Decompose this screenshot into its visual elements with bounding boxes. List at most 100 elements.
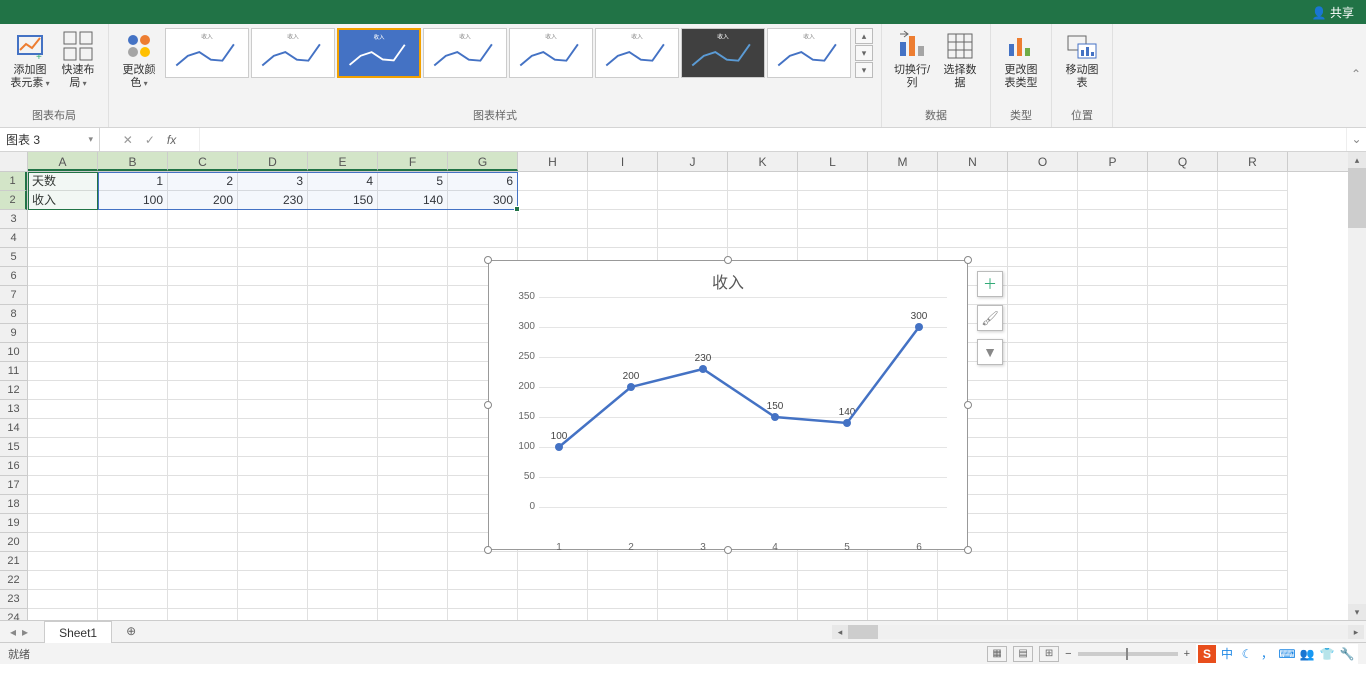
tray-icon-2[interactable]: ☾ (1238, 645, 1256, 663)
cell-E7[interactable] (308, 286, 378, 305)
chart-styles-button[interactable]: 🖌 (977, 305, 1003, 331)
cell-F16[interactable] (378, 457, 448, 476)
cell-J21[interactable] (658, 552, 728, 571)
cell-F11[interactable] (378, 362, 448, 381)
cell-Q23[interactable] (1148, 590, 1218, 609)
tray-icon-6[interactable]: 👕 (1318, 645, 1336, 663)
sheet-nav-last[interactable]: ▸ (20, 625, 30, 639)
cell-Q9[interactable] (1148, 324, 1218, 343)
cell-A20[interactable] (28, 533, 98, 552)
cell-C7[interactable] (168, 286, 238, 305)
formula-input[interactable] (200, 128, 1346, 151)
row-header-7[interactable]: 7 (0, 286, 27, 305)
cell-H2[interactable] (518, 191, 588, 210)
cell-E3[interactable] (308, 210, 378, 229)
cell-P1[interactable] (1078, 172, 1148, 191)
chart-filter-button[interactable]: ▼ (977, 339, 1003, 365)
cell-K2[interactable] (728, 191, 798, 210)
row-header-19[interactable]: 19 (0, 514, 27, 533)
cell-B23[interactable] (98, 590, 168, 609)
cell-A21[interactable] (28, 552, 98, 571)
cell-B21[interactable] (98, 552, 168, 571)
row-header-11[interactable]: 11 (0, 362, 27, 381)
cell-R22[interactable] (1218, 571, 1288, 590)
cell-F8[interactable] (378, 305, 448, 324)
cell-A10[interactable] (28, 343, 98, 362)
row-header-10[interactable]: 10 (0, 343, 27, 362)
add-chart-element-button[interactable]: + 添加图表元素 (8, 28, 52, 92)
cell-J23[interactable] (658, 590, 728, 609)
cell-Q3[interactable] (1148, 210, 1218, 229)
cell-G22[interactable] (448, 571, 518, 590)
cell-I21[interactable] (588, 552, 658, 571)
cell-K23[interactable] (728, 590, 798, 609)
cell-J22[interactable] (658, 571, 728, 590)
col-header-F[interactable]: F (378, 152, 448, 171)
cell-O21[interactable] (1008, 552, 1078, 571)
tray-icon-3[interactable]: ， (1258, 645, 1276, 663)
cell-O24[interactable] (1008, 609, 1078, 620)
chart-style-thumb-2[interactable]: 收入 (251, 28, 335, 78)
cell-Q13[interactable] (1148, 400, 1218, 419)
cell-D22[interactable] (238, 571, 308, 590)
cell-D6[interactable] (238, 267, 308, 286)
row-header-17[interactable]: 17 (0, 476, 27, 495)
zoom-slider[interactable] (1078, 652, 1178, 656)
cell-F6[interactable] (378, 267, 448, 286)
cell-B8[interactable] (98, 305, 168, 324)
cell-B16[interactable] (98, 457, 168, 476)
cell-P15[interactable] (1078, 438, 1148, 457)
cell-A14[interactable] (28, 419, 98, 438)
col-header-R[interactable]: R (1218, 152, 1288, 171)
cell-P17[interactable] (1078, 476, 1148, 495)
cell-O8[interactable] (1008, 305, 1078, 324)
cell-C8[interactable] (168, 305, 238, 324)
cell-F2[interactable]: 140 (378, 191, 448, 210)
select-all-corner[interactable] (0, 152, 28, 171)
col-header-M[interactable]: M (868, 152, 938, 171)
cell-F12[interactable] (378, 381, 448, 400)
row-header-9[interactable]: 9 (0, 324, 27, 343)
cell-O18[interactable] (1008, 495, 1078, 514)
cell-B12[interactable] (98, 381, 168, 400)
cell-P14[interactable] (1078, 419, 1148, 438)
cell-B5[interactable] (98, 248, 168, 267)
cell-C22[interactable] (168, 571, 238, 590)
cell-Q2[interactable] (1148, 191, 1218, 210)
cell-K1[interactable] (728, 172, 798, 191)
cell-B18[interactable] (98, 495, 168, 514)
cell-A6[interactable] (28, 267, 98, 286)
cell-F3[interactable] (378, 210, 448, 229)
cell-A16[interactable] (28, 457, 98, 476)
cell-C13[interactable] (168, 400, 238, 419)
col-header-B[interactable]: B (98, 152, 168, 171)
cell-P4[interactable] (1078, 229, 1148, 248)
cell-B2[interactable]: 100 (98, 191, 168, 210)
cell-C9[interactable] (168, 324, 238, 343)
cell-Q20[interactable] (1148, 533, 1218, 552)
cell-J24[interactable] (658, 609, 728, 620)
col-header-L[interactable]: L (798, 152, 868, 171)
cell-D20[interactable] (238, 533, 308, 552)
chart-style-thumb-1[interactable]: 收入 (165, 28, 249, 78)
cell-G3[interactable] (448, 210, 518, 229)
cell-A24[interactable] (28, 609, 98, 620)
cell-A15[interactable] (28, 438, 98, 457)
cell-O20[interactable] (1008, 533, 1078, 552)
cell-P16[interactable] (1078, 457, 1148, 476)
cell-O5[interactable] (1008, 248, 1078, 267)
cell-E9[interactable] (308, 324, 378, 343)
cell-Q1[interactable] (1148, 172, 1218, 191)
switch-row-col-button[interactable]: 切换行/列 (890, 28, 934, 92)
cell-L22[interactable] (798, 571, 868, 590)
fx-icon[interactable]: fx (167, 133, 176, 147)
cell-P13[interactable] (1078, 400, 1148, 419)
cell-E6[interactable] (308, 267, 378, 286)
chart-elements-button[interactable]: ＋ (977, 271, 1003, 297)
cell-A1[interactable]: 天数 (28, 172, 98, 191)
cell-A17[interactable] (28, 476, 98, 495)
cell-A11[interactable] (28, 362, 98, 381)
cell-R23[interactable] (1218, 590, 1288, 609)
cell-H23[interactable] (518, 590, 588, 609)
fill-handle[interactable] (514, 206, 520, 212)
